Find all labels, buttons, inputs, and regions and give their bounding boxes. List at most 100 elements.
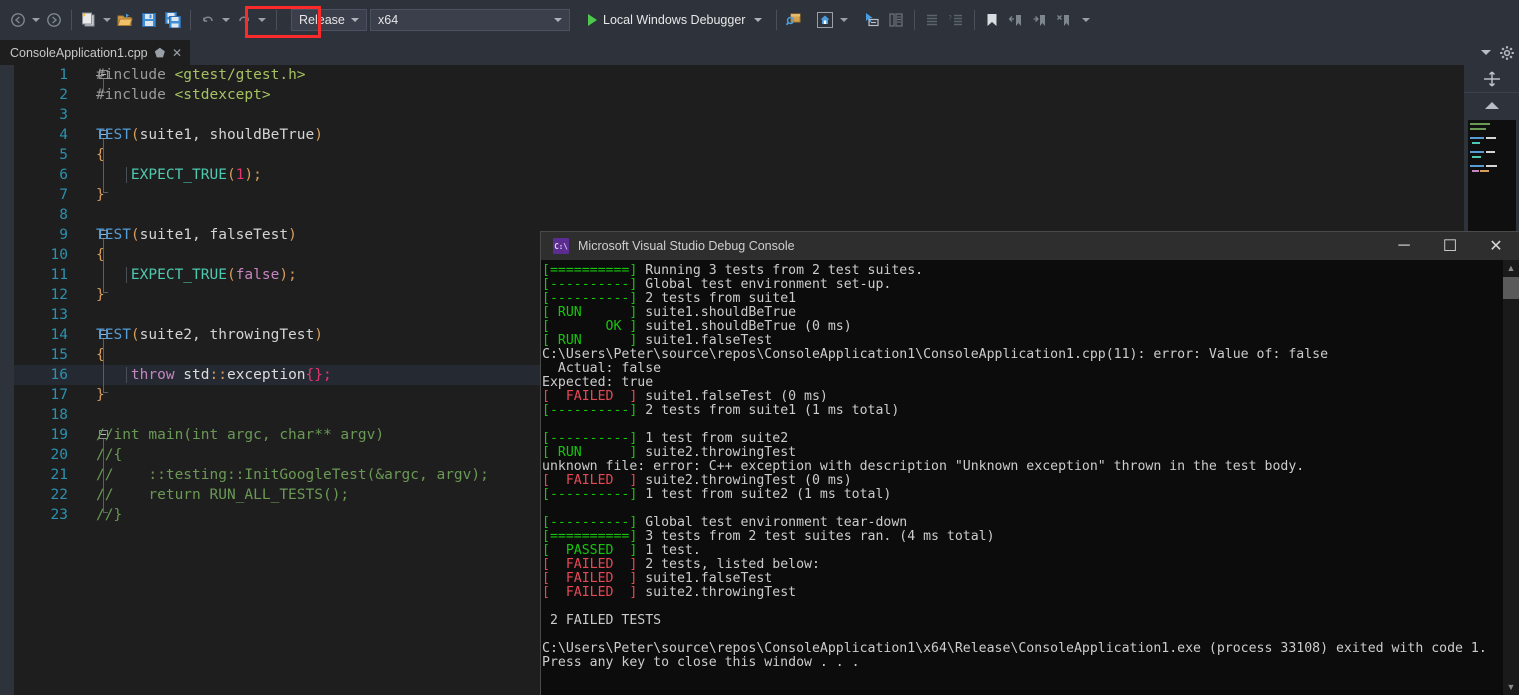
console-app-icon: C:\ — [553, 238, 569, 254]
console-text: Press any key to close this window . . . — [542, 655, 860, 670]
minimap-line — [1486, 151, 1495, 153]
code-token: ( — [130, 327, 140, 343]
console-output[interactable]: [==========] Running 3 tests from 2 test… — [541, 260, 1503, 695]
start-debugging-label: Local Windows Debugger — [603, 13, 746, 27]
console-text: [----------] — [542, 291, 646, 306]
uncomment-selection-button[interactable]: ? — [944, 7, 968, 33]
debug-console-window[interactable]: C:\ Microsoft Visual Studio Debug Consol… — [540, 231, 1519, 695]
console-text: Running 3 tests from 2 test suites. — [645, 263, 924, 278]
console-line: Actual: false — [542, 362, 1503, 376]
console-line: unknown file: error: C++ exception with … — [542, 460, 1503, 474]
line-number: 2 — [59, 87, 68, 103]
console-scroll-down-icon[interactable]: ▼ — [1503, 679, 1519, 695]
preview-selected-items-button[interactable] — [812, 7, 838, 33]
navigate-forward-button[interactable] — [42, 7, 66, 33]
toolbar-separator — [276, 10, 277, 30]
preview-dropdown[interactable] — [838, 8, 850, 32]
console-scroll-up-icon[interactable]: ▲ — [1503, 260, 1519, 276]
close-tab-icon[interactable]: ✕ — [172, 47, 182, 59]
line-number: 9 — [59, 227, 68, 243]
tab-consoleapplication1-cpp[interactable]: ConsoleApplication1.cpp ⬟ ✕ — [0, 40, 191, 65]
new-project-dropdown[interactable] — [101, 8, 113, 32]
fold-guide — [103, 339, 108, 393]
code-token: <stdexcept> — [174, 87, 271, 103]
clear-bookmarks-button[interactable] — [1052, 7, 1076, 33]
toggle-bookmark-button[interactable] — [980, 7, 1004, 33]
code-text: EXPECT_TRUE(1); — [96, 165, 262, 185]
previous-bookmark-button[interactable] — [1004, 7, 1028, 33]
navigate-backward-button[interactable] — [6, 7, 30, 33]
document-tab-bar: ConsoleApplication1.cpp ⬟ ✕ — [0, 40, 1519, 65]
indent-guide — [126, 167, 127, 183]
code-line[interactable]: 7} — [14, 185, 1519, 205]
active-files-dropdown-icon[interactable] — [1481, 50, 1491, 55]
console-title-bar[interactable]: C:\ Microsoft Visual Studio Debug Consol… — [541, 232, 1519, 260]
bookmark-overflow-dropdown[interactable] — [1080, 8, 1092, 32]
save-all-button[interactable] — [161, 7, 185, 33]
code-line[interactable]: 3 — [14, 105, 1519, 125]
pin-tab-icon[interactable]: ⬟ — [155, 47, 165, 59]
undo-button[interactable] — [196, 7, 220, 33]
scroll-up-button[interactable] — [1464, 94, 1519, 116]
console-line: [----------] 2 tests from suite1 — [542, 292, 1503, 306]
solution-configuration-value: Release — [299, 13, 345, 27]
console-maximize-button[interactable]: ☐ — [1427, 232, 1473, 260]
solution-platform-combo[interactable]: x64 — [370, 9, 570, 31]
console-text: Global test environment set-up. — [645, 277, 892, 292]
new-project-button[interactable] — [77, 7, 101, 33]
console-scrollbar[interactable]: ▲ ▼ — [1503, 260, 1519, 695]
next-bookmark-button[interactable] — [1028, 7, 1052, 33]
console-text: [----------] — [542, 515, 646, 530]
console-text: [ RUN ] — [542, 305, 646, 320]
code-token: std — [174, 367, 210, 383]
console-line: C:\Users\Peter\source\repos\ConsoleAppli… — [542, 642, 1503, 656]
code-token: // return RUN_ALL_TESTS(); — [96, 487, 350, 503]
code-line[interactable]: 6 EXPECT_TRUE(1); — [14, 165, 1519, 185]
console-text: 1 test. — [645, 543, 701, 558]
code-token: <gtest/gtest.h> — [174, 67, 306, 83]
console-scroll-thumb[interactable] — [1503, 277, 1519, 299]
minimap-line — [1472, 170, 1479, 172]
solution-configuration-combo[interactable]: Release — [291, 9, 367, 31]
line-number: 17 — [50, 387, 68, 403]
console-text: 2 tests from suite1 (1 ms total) — [645, 403, 900, 418]
redo-button[interactable] — [232, 7, 256, 33]
save-all-icon — [165, 12, 181, 28]
console-text: 2 FAILED TESTS — [542, 613, 662, 628]
line-number: 5 — [59, 147, 68, 163]
console-text: [ RUN ] — [542, 445, 646, 460]
undo-dropdown[interactable] — [220, 8, 232, 32]
code-line[interactable]: 8 — [14, 205, 1519, 225]
console-line: 2 FAILED TESTS — [542, 614, 1503, 628]
gear-icon[interactable] — [1499, 45, 1515, 61]
code-line[interactable]: 5{ — [14, 145, 1519, 165]
code-line[interactable]: 4 TEST(suite1, shouldBeTrue) — [14, 125, 1519, 145]
code-token: ) — [314, 327, 323, 343]
open-file-button[interactable] — [113, 7, 137, 33]
console-text: 1 test from suite2 — [645, 431, 789, 446]
split-view-button[interactable] — [1464, 65, 1519, 93]
line-number: 15 — [50, 347, 68, 363]
console-close-button[interactable]: ✕ — [1473, 232, 1519, 260]
navigate-backward-dropdown[interactable] — [30, 8, 42, 32]
line-number: 3 — [59, 107, 68, 123]
start-debugging-button[interactable]: Local Windows Debugger — [582, 7, 768, 33]
code-line[interactable]: 1 #include <gtest/gtest.h> — [14, 65, 1519, 85]
code-line[interactable]: 2 #include <stdexcept> — [14, 85, 1519, 105]
console-line: [ OK ] suite1.shouldBeTrue (0 ms) — [542, 320, 1503, 334]
show-layout-button[interactable] — [884, 7, 908, 33]
minimap-top[interactable] — [1468, 120, 1516, 247]
attach-to-process-button[interactable] — [782, 7, 806, 33]
save-icon — [142, 13, 156, 27]
comment-selection-button[interactable] — [920, 7, 944, 33]
save-button[interactable] — [137, 7, 161, 33]
console-line: [==========] 3 tests from 2 test suites … — [542, 530, 1503, 544]
console-line: [----------] Global test environment tea… — [542, 516, 1503, 530]
console-minimize-button[interactable]: ─ — [1381, 232, 1427, 260]
console-line: [==========] Running 3 tests from 2 test… — [542, 264, 1503, 278]
code-text: // ::testing::InitGoogleTest(&argc, argv… — [96, 465, 489, 485]
minimap-line — [1480, 170, 1489, 172]
select-element-button[interactable] — [858, 7, 884, 33]
console-line: Expected: true — [542, 376, 1503, 390]
redo-dropdown[interactable] — [256, 8, 268, 32]
